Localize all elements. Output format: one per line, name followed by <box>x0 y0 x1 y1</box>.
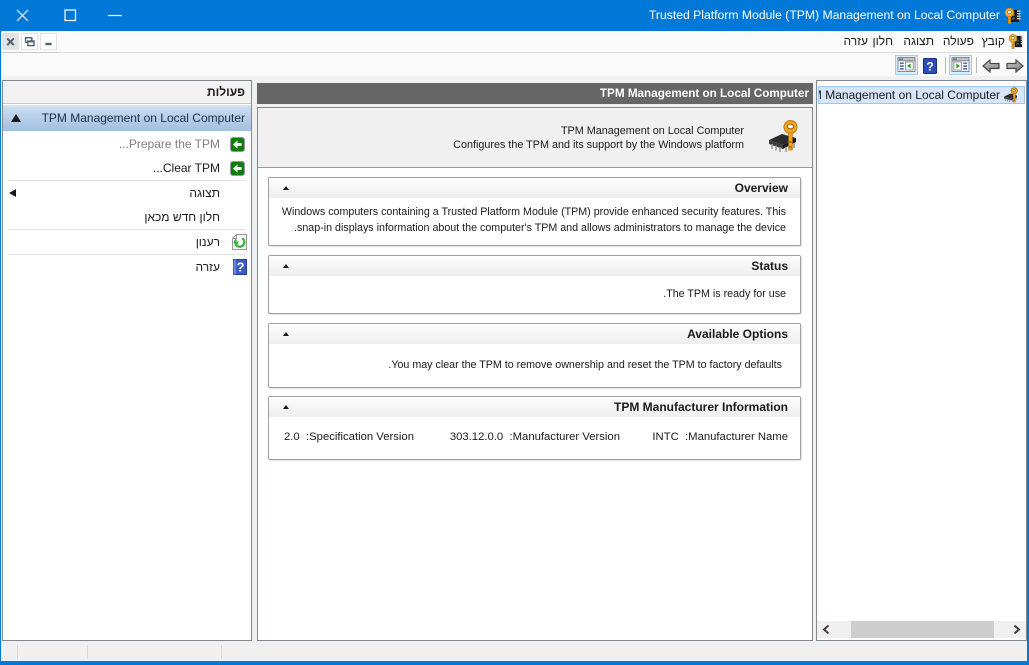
svg-text:?: ? <box>237 260 245 275</box>
svg-text:?: ? <box>926 60 933 74</box>
